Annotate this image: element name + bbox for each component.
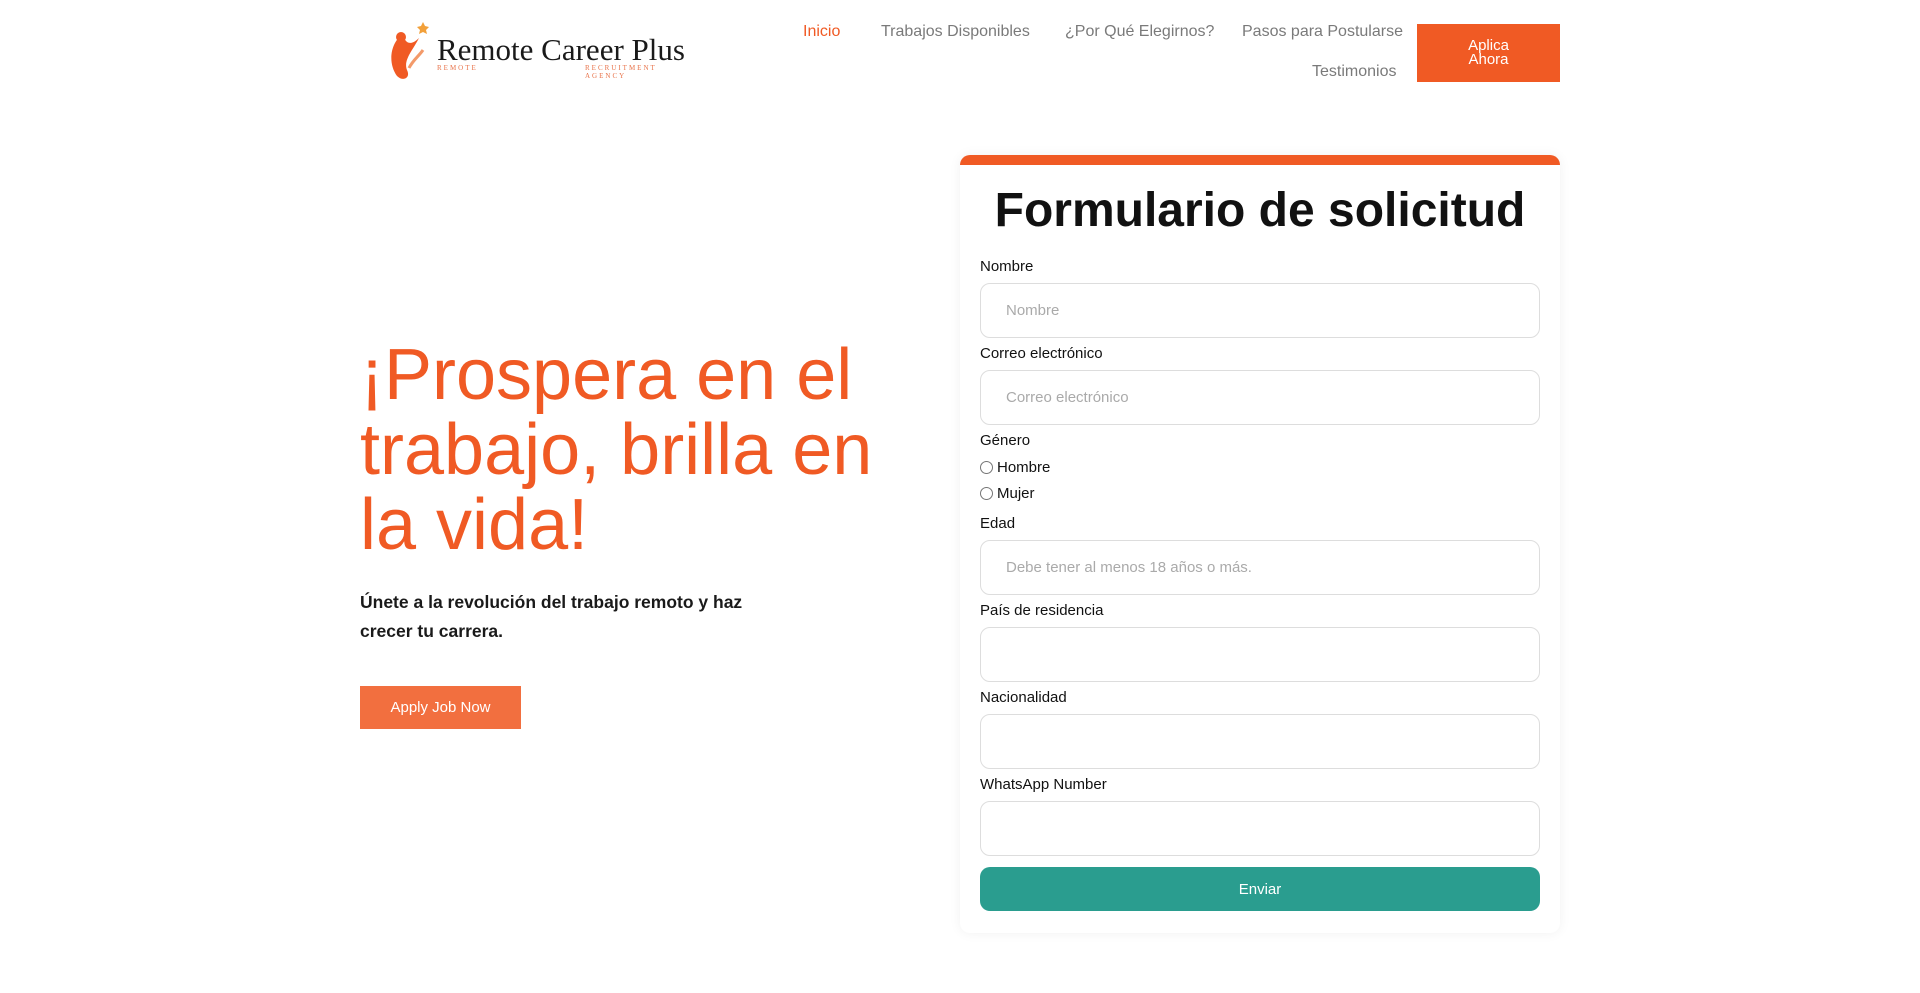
email-input[interactable] xyxy=(980,370,1540,425)
apply-now-label: Aplica Ahora xyxy=(1468,37,1509,68)
nav-pasos-para-postularse[interactable]: Pasos para Postularse xyxy=(1242,23,1403,41)
gender-label: Género xyxy=(980,432,1031,449)
mujer-label: Mujer xyxy=(997,485,1035,502)
logo-flame-icon xyxy=(391,22,429,79)
whatsapp-input[interactable] xyxy=(980,801,1540,856)
application-form: Formulario de solicitud Nombre Correo el… xyxy=(960,155,1560,933)
logo-title: Remote Career Plus xyxy=(437,32,685,67)
gender-option-hombre[interactable]: Hombre xyxy=(980,459,1050,476)
nationality-label: Nacionalidad xyxy=(980,689,1067,706)
logo-subtitle-left: REMOTE xyxy=(437,64,478,72)
apply-now-button[interactable]: Aplica Ahora xyxy=(1417,24,1560,82)
hombre-radio[interactable] xyxy=(980,461,993,474)
nationality-input[interactable] xyxy=(980,714,1540,769)
age-label: Edad xyxy=(980,515,1016,532)
whatsapp-label: WhatsApp Number xyxy=(980,776,1107,793)
mujer-radio[interactable] xyxy=(980,487,993,500)
logo[interactable]: Remote Career Plus REMOTE RECRUITMENT AG… xyxy=(389,18,689,84)
age-input[interactable] xyxy=(980,540,1540,595)
submit-button[interactable]: Enviar xyxy=(980,867,1540,911)
nav-trabajos-disponibles[interactable]: Trabajos Disponibles xyxy=(881,23,1030,41)
email-label: Correo electrónico xyxy=(980,345,1103,362)
name-input[interactable] xyxy=(980,283,1540,338)
hero-headline: ¡Prospera en el trabajo, brilla en la vi… xyxy=(360,335,873,565)
form-accent-bar xyxy=(960,155,1560,165)
hombre-label: Hombre xyxy=(997,459,1051,476)
name-label: Nombre xyxy=(980,258,1034,275)
gender-option-mujer[interactable]: Mujer xyxy=(980,485,1035,502)
nav-testimonios[interactable]: Testimonios xyxy=(1312,63,1396,81)
logo-subtitle-right: RECRUITMENT AGENCY xyxy=(585,64,657,80)
nav-por-que-elegirnos[interactable]: ¿Por Qué Elegirnos? xyxy=(1065,23,1214,41)
hero-subtitle: Únete a la revolución del trabajo remoto… xyxy=(360,592,743,641)
country-label: País de residencia xyxy=(980,602,1104,619)
apply-job-now-button[interactable]: Apply Job Now xyxy=(360,686,521,729)
form-title: Formulario de solicitud xyxy=(994,184,1526,237)
country-input[interactable] xyxy=(980,627,1540,682)
nav-inicio[interactable]: Inicio xyxy=(803,23,840,41)
